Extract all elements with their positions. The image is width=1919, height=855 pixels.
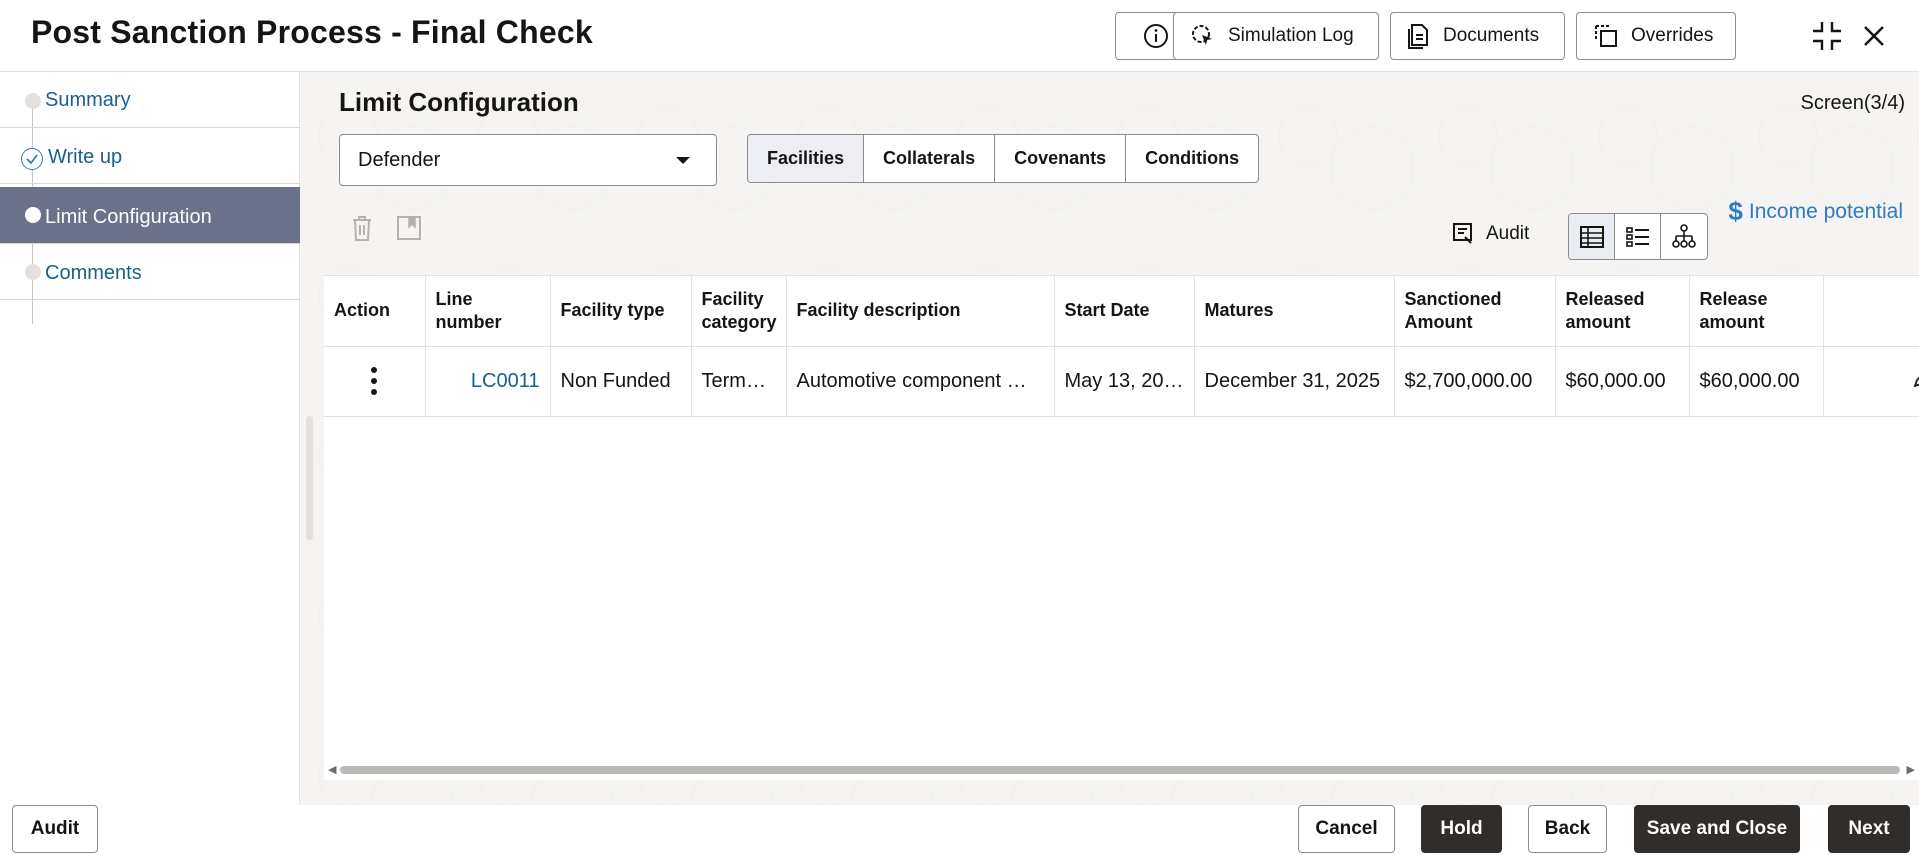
audit-link[interactable]: Audit: [1452, 222, 1529, 246]
limit-tabs: Facilities Collaterals Covenants Conditi…: [747, 134, 1260, 183]
cancel-button[interactable]: Cancel: [1298, 805, 1395, 853]
documents-button[interactable]: Documents: [1390, 12, 1565, 60]
sanctioned-amount-cell: $2,700,000.00: [1394, 346, 1556, 417]
kebab-menu-icon[interactable]: [334, 367, 415, 395]
next-button[interactable]: Next: [1828, 805, 1910, 853]
sidebar-item-label: Limit Configuration: [45, 206, 212, 228]
overrides-label: Overrides: [1631, 25, 1714, 46]
caret-down-icon: [676, 157, 690, 164]
check-icon: [21, 148, 43, 170]
column-header[interactable]: Start Date: [1054, 276, 1195, 347]
collapse-button[interactable]: [1805, 14, 1849, 58]
list-view-button[interactable]: [1615, 214, 1661, 259]
column-header[interactable]: Matures: [1194, 276, 1395, 347]
facility-category-cell: Term…: [691, 346, 787, 417]
simulation-log-label: Simulation Log: [1228, 25, 1354, 46]
column-header[interactable]: Facility type: [550, 276, 692, 347]
party-select-value: Defender: [358, 148, 441, 171]
audit-icon: [1453, 223, 1472, 244]
income-potential-link[interactable]: $ Income potential: [1728, 196, 1903, 227]
tab-collaterals[interactable]: Collaterals: [864, 135, 996, 182]
column-header[interactable]: Action: [324, 276, 426, 347]
line-number-link[interactable]: LC0011: [425, 346, 551, 417]
row-actions-cell: [324, 346, 426, 417]
table-row: LC0011 Non Funded Term… Automotive compo…: [324, 346, 1919, 417]
tab-facilities[interactable]: Facilities: [748, 135, 865, 182]
facilities-table: Action Line number Facility type Facilit…: [324, 275, 1919, 780]
back-button[interactable]: Back: [1528, 805, 1607, 853]
sidebar-item-write-up[interactable]: Write up: [0, 128, 300, 184]
horizontal-scrollbar[interactable]: [340, 766, 1900, 774]
facility-description-cell: Automotive component …: [786, 346, 1055, 417]
scroll-left-icon[interactable]: ◀: [328, 763, 336, 776]
edit-icon[interactable]: [1912, 367, 1919, 389]
column-header[interactable]: Facility description: [786, 276, 1055, 347]
step-dot: [25, 264, 41, 280]
dollar-icon: $: [1728, 196, 1743, 226]
hold-button[interactable]: Hold: [1421, 805, 1502, 853]
info-icon: [1144, 24, 1168, 48]
overrides-icon: [1595, 25, 1617, 47]
party-select[interactable]: Defender: [339, 134, 717, 186]
hierarchy-view-button[interactable]: [1661, 214, 1707, 259]
bookmark-button[interactable]: [393, 212, 425, 244]
view-toggle: [1568, 213, 1708, 260]
section-title: Limit Configuration: [339, 87, 579, 117]
collapse-icon: [1813, 22, 1841, 50]
simulation-log-button[interactable]: Simulation Log: [1173, 12, 1379, 60]
documents-label: Documents: [1443, 25, 1540, 46]
released-amount-cell: $60,000.00: [1555, 346, 1690, 417]
close-icon: [1864, 26, 1884, 46]
sidebar-item-label: Write up: [48, 146, 123, 168]
column-header[interactable]: Sanctioned Amount: [1394, 276, 1556, 347]
step-dot: [25, 93, 41, 109]
process-sidebar: Summary Write up Limit Configuration Com…: [0, 72, 300, 805]
sidebar-item-summary[interactable]: Summary: [0, 72, 300, 128]
page-title: Post Sanction Process - Final Check: [31, 14, 593, 50]
income-potential-label: Income potential: [1748, 199, 1903, 223]
table-view-button[interactable]: [1569, 214, 1615, 259]
column-header[interactable]: Release amount: [1689, 276, 1824, 347]
save-and-close-button[interactable]: Save and Close: [1634, 805, 1800, 853]
row-edit-cell: [1823, 346, 1919, 417]
overrides-button[interactable]: Overrides: [1576, 12, 1736, 60]
vertical-scrollbar[interactable]: [306, 416, 313, 540]
page-footer: Audit Cancel Hold Back Save and Close Ne…: [0, 805, 1919, 855]
sidebar-item-label: Summary: [45, 89, 131, 111]
tab-conditions[interactable]: Conditions: [1126, 135, 1258, 182]
sidebar-item-limit-configuration[interactable]: Limit Configuration: [0, 187, 300, 244]
table-header-row: Action Line number Facility type Facilit…: [324, 276, 1919, 347]
close-button[interactable]: [1852, 14, 1896, 58]
delete-button[interactable]: [346, 212, 378, 244]
trash-icon: [353, 216, 371, 241]
sidebar-item-comments[interactable]: Comments: [0, 244, 300, 300]
hierarchy-icon: [1672, 223, 1696, 248]
column-header[interactable]: Line number: [425, 276, 551, 347]
scroll-right-icon[interactable]: ▶: [1907, 763, 1915, 776]
column-header[interactable]: E: [1823, 276, 1919, 347]
sidebar-item-label: Comments: [45, 262, 142, 284]
column-header[interactable]: Facility category: [691, 276, 787, 347]
step-dot: [25, 207, 41, 223]
page-header: Post Sanction Process - Final Check Simu…: [0, 0, 1919, 72]
start-date-cell: May 13, 2021: [1054, 346, 1195, 417]
column-header[interactable]: Released amount: [1555, 276, 1690, 347]
list-icon: [1625, 226, 1649, 247]
screen-counter: Screen(3/4): [1800, 92, 1906, 114]
matures-cell: December 31, 2025: [1194, 346, 1395, 417]
simulation-icon: [1192, 25, 1212, 45]
tab-covenants[interactable]: Covenants: [995, 135, 1127, 182]
audit-button[interactable]: Audit: [12, 805, 98, 853]
main-content: Limit Configuration Screen(3/4) Defender…: [300, 72, 1919, 805]
release-amount-cell: $60,000.00: [1689, 346, 1824, 417]
bookmark-icon: [397, 216, 421, 240]
table-icon: [1579, 225, 1604, 248]
audit-link-label: Audit: [1486, 223, 1530, 244]
facility-type-cell: Non Funded: [550, 346, 692, 417]
document-icon: [1408, 24, 1428, 49]
